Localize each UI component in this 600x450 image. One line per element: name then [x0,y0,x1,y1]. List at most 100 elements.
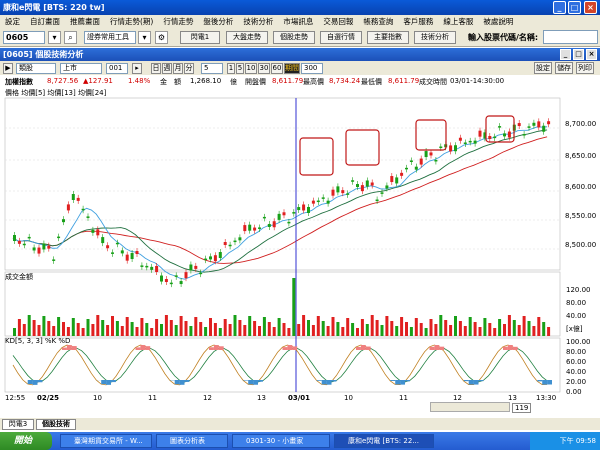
step-button[interactable]: 10 [245,63,257,74]
menu-item[interactable]: 盤後分析 [198,16,238,27]
toolbar-button[interactable]: 閃電1 [180,31,220,44]
period-week-button[interactable]: 週 [162,63,172,74]
x-label: 12 [453,394,462,402]
save-button[interactable]: 儲存 [555,62,573,74]
scroll-value[interactable]: 119 [512,403,532,413]
volume-bar [493,328,497,336]
candle-body [272,221,276,228]
candle-body [106,245,110,249]
next-icon[interactable]: ▸ [132,63,142,74]
start-button[interactable]: 開始 [0,432,52,450]
maximize-icon[interactable]: □ [568,1,581,14]
menu-item[interactable]: 交易回報 [318,16,358,27]
annotation-box [299,137,334,176]
period-value-input[interactable]: 300 [301,63,323,74]
candle-body [42,243,46,250]
step-button[interactable]: 60 [271,63,283,74]
kd-oversold-fill [253,380,258,385]
minimize-icon[interactable]: _ [553,1,566,14]
candle-body [503,133,506,137]
volume-bar [454,316,457,336]
menu-item[interactable]: 行情走勢(期) [105,16,158,27]
minimize-icon[interactable]: _ [560,49,571,60]
volume-bar [169,320,173,336]
toolbar-button[interactable]: 個股走勢 [273,31,315,44]
volume-bar [179,316,183,336]
market-select[interactable]: 上市 [60,63,102,74]
candle-body [120,250,124,254]
moving-average-line [12,126,548,280]
category-select[interactable]: 類股 [16,63,56,74]
interval-select[interactable]: 5 [201,63,223,74]
toolbar-button[interactable]: 技術分析 [414,31,456,44]
close-icon[interactable]: × [584,1,597,14]
volume-bar [258,326,261,336]
tab-flash3[interactable]: 閃電3 [2,419,34,430]
candle-body [233,240,237,243]
toolbar-button[interactable]: 自選行情 [320,31,362,44]
menu-item[interactable]: 設定 [0,16,25,27]
y-tick-volume: 40.00 [566,312,587,320]
settings-button[interactable]: 設定 [534,62,552,74]
candle-body [468,140,472,143]
volume-bar [27,315,31,336]
menu-item[interactable]: 客戶服務 [398,16,438,27]
step-button[interactable]: 1 [227,63,235,74]
stock-search-input[interactable] [543,30,598,44]
volume-bar [532,326,536,336]
volume-bar [365,324,369,336]
system-tray-clock: 下午 09:58 [530,432,600,450]
stock-code-input[interactable]: 0605 [3,31,45,44]
play-icon[interactable]: ▶ [3,63,13,74]
index-price: 8,727.56 [47,77,79,85]
taskbar-item[interactable]: 臺灣期貨交易所 - W... [60,434,152,448]
menu-item[interactable]: 行情走勢 [158,16,198,27]
period-day-button[interactable]: 日 [151,63,161,74]
kd-oversold-fill [473,380,479,385]
candle-body [537,121,541,128]
candle-body [174,275,178,277]
period-minute-button[interactable]: 分 [184,63,194,74]
menu-item[interactable]: 推薦畫面 [65,16,105,27]
volume-bar [145,323,149,336]
menu-item[interactable]: 市場訊息 [278,16,318,27]
candle-body [331,189,335,196]
toolbar-button[interactable]: 大盤走勢 [226,31,268,44]
candle-body [400,172,404,176]
toolbar-button[interactable]: 主要指數 [367,31,409,44]
step-button[interactable]: 5 [236,63,244,74]
volume-bar [424,328,428,336]
menu-item[interactable]: 自訂畫面 [25,16,65,27]
volume-bar [189,326,193,336]
restore-icon[interactable]: □ [573,49,584,60]
kd-overbought-fill [356,346,361,350]
period-month-button[interactable]: 月 [173,63,183,74]
dropdown-icon[interactable]: ▾ [48,31,61,44]
volume-bar [444,320,448,336]
select-arrow-icon[interactable]: ▾ [138,31,151,44]
menu-item[interactable]: 帳務查詢 [358,16,398,27]
print-button[interactable]: 列印 [576,62,594,74]
chart-area[interactable] [0,88,600,408]
taskbar-item[interactable]: 康和e閃電 [BTS: 22... [334,434,434,448]
taskbar-item[interactable]: 0301-30 - 小畫家 [232,434,330,448]
y-tick-volume: 120.00 [566,286,591,294]
menu-item[interactable]: 技術分析 [238,16,278,27]
number-select[interactable]: 001 [106,63,128,74]
candle-body [409,160,413,162]
taskbar-item[interactable]: 圖表分析表 [156,434,228,448]
kd-overbought-fill [145,346,151,350]
tab-technical[interactable]: 個股技術 [36,419,76,430]
horizontal-scrollbar[interactable] [430,402,510,412]
settings-icon[interactable]: ⚙ [155,31,168,44]
step-button[interactable]: 30 [258,63,270,74]
volume-bar [385,316,389,336]
close-icon[interactable]: × [586,49,597,60]
search-icon[interactable]: ⌕ [64,31,77,44]
volume-bar [370,315,374,336]
menu-item[interactable]: 被處說明 [478,16,518,27]
menu-item[interactable]: 線上客服 [438,16,478,27]
candle-body [253,227,257,231]
candle-body [223,242,227,246]
tool-select[interactable]: 證券常用工具 [84,31,136,44]
